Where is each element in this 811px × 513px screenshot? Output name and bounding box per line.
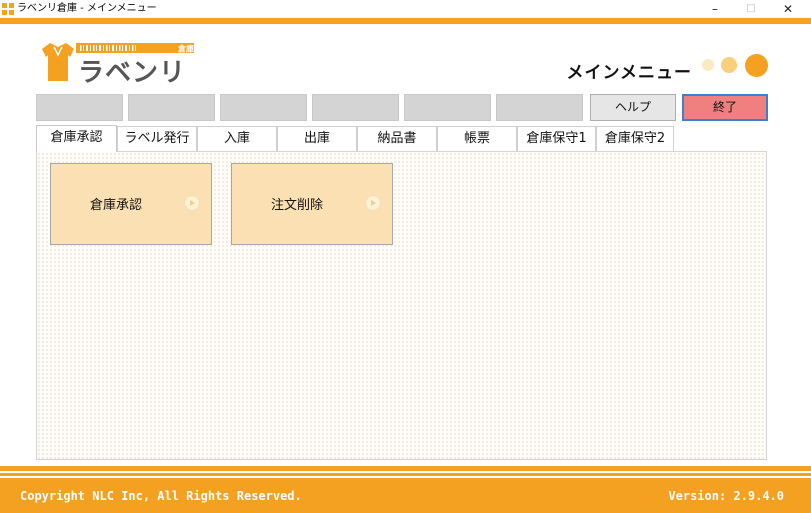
maximize-button[interactable]: □: [736, 0, 766, 18]
help-button[interactable]: ヘルプ: [590, 94, 676, 121]
tile-warehouse-approval[interactable]: 倉庫承認: [50, 163, 212, 245]
tile-label: 倉庫承認: [89, 198, 142, 213]
blank-button-6[interactable]: [496, 94, 583, 121]
footer-accent-line: [0, 466, 811, 471]
blank-button-2[interactable]: [128, 94, 215, 121]
app-icon: [1, 2, 15, 16]
tile-order-delete[interactable]: 注文削除: [231, 163, 393, 245]
footer-accent-line: [0, 473, 811, 476]
minimize-button[interactable]: –: [700, 0, 730, 18]
decorative-dot-large: [745, 54, 768, 77]
page-title: メインメニュー: [566, 63, 692, 83]
company-logo: 倉庫 ラベンリ: [42, 43, 194, 87]
window-titlebar: ラベンリ倉庫 - メインメニュー – □ ✕: [0, 0, 811, 18]
tab-warehouse-approval[interactable]: 倉庫承認: [36, 125, 117, 152]
tab-shipping[interactable]: 出庫: [277, 126, 357, 151]
blank-button-1[interactable]: [36, 94, 123, 121]
window-title: ラベンリ倉庫 - メインメニュー: [17, 3, 157, 14]
decorative-dot-medium: [721, 57, 737, 73]
version-text: Version: 2.9.4.0: [668, 489, 784, 503]
logo-badge: 倉庫: [177, 44, 194, 54]
decorative-dot-small: [702, 59, 714, 71]
blank-button-4[interactable]: [312, 94, 399, 121]
play-arrow-icon: [185, 196, 199, 210]
tab-panel-warehouse-approval: 倉庫承認 注文削除: [36, 151, 767, 460]
exit-button[interactable]: 終了: [682, 94, 768, 121]
logo-wordmark: ラベンリ: [78, 58, 186, 87]
blank-button-5[interactable]: [404, 94, 491, 121]
tile-label: 注文削除: [270, 198, 323, 213]
copyright-text: Copyright NLC Inc, All Rights Reserved.: [20, 489, 302, 503]
footer: Copyright NLC Inc, All Rights Reserved. …: [0, 478, 811, 513]
blank-button-3[interactable]: [220, 94, 307, 121]
tab-label-issue[interactable]: ラベル発行: [117, 126, 197, 151]
tab-receiving[interactable]: 入庫: [197, 126, 277, 151]
play-arrow-icon: [366, 196, 380, 210]
tab-warehouse-maintenance-1[interactable]: 倉庫保守1: [517, 126, 596, 151]
close-button[interactable]: ✕: [773, 0, 803, 18]
tab-warehouse-maintenance-2[interactable]: 倉庫保守2: [596, 126, 674, 151]
tab-forms[interactable]: 帳票: [437, 126, 517, 151]
tab-delivery-note[interactable]: 納品書: [357, 126, 437, 151]
header-accent-strip: [0, 18, 811, 24]
main-content: 倉庫 ラベンリ メインメニュー ヘルプ 終了 倉庫承認 ラベル発行 入庫 出庫 …: [14, 30, 796, 464]
